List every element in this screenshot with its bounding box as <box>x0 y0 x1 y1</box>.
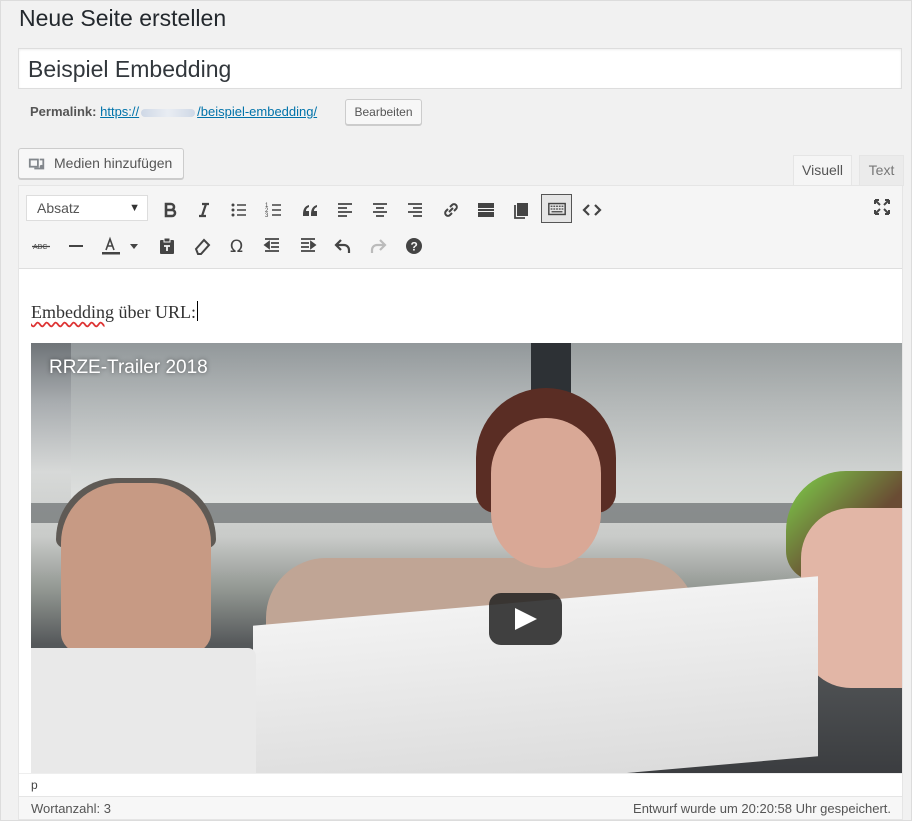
edit-permalink-button[interactable]: Bearbeiten <box>345 99 422 125</box>
editor-content[interactable]: Embedding über URL: RRZE-Trailer 2018 <box>19 269 902 773</box>
add-media-button[interactable]: Medien hinzufügen <box>18 148 184 179</box>
word-count: Wortanzahl: 3 <box>31 801 111 816</box>
italic-icon[interactable] <box>190 196 218 224</box>
permalink: Permalink: https:// /beispiel-embedding/ <box>30 104 317 119</box>
code-icon[interactable] <box>578 196 606 224</box>
text-cursor <box>196 301 198 321</box>
format-select[interactable]: Absatz ▼ <box>26 195 148 221</box>
svg-text:?: ? <box>411 240 418 254</box>
indent-icon[interactable] <box>294 232 322 260</box>
element-path[interactable]: p <box>31 778 38 792</box>
align-left-icon[interactable] <box>331 196 359 224</box>
special-character-icon[interactable]: Ω <box>223 232 251 260</box>
permalink-label: Permalink: <box>30 104 97 119</box>
permalink-link[interactable]: https:// /beispiel-embedding/ <box>100 104 317 119</box>
permalink-prefix: https:// <box>100 104 140 119</box>
page-title: Neue Seite erstellen <box>19 5 227 31</box>
chevron-down-icon: ▼ <box>129 202 140 214</box>
embedded-video[interactable]: RRZE-Trailer 2018 <box>31 343 902 773</box>
text-color-icon[interactable] <box>98 232 142 260</box>
svg-text:ABC: ABC <box>33 244 47 251</box>
post-title-input[interactable]: Beispiel Embedding <box>18 48 902 89</box>
redacted-domain <box>141 108 196 117</box>
content-paragraph[interactable]: Embedding über URL: <box>31 301 198 323</box>
align-center-icon[interactable] <box>366 196 394 224</box>
svg-text:3: 3 <box>265 213 269 219</box>
editor-footer: Wortanzahl: 3 Entwurf wurde um 20:20:58 … <box>18 796 903 820</box>
autosave-status: Entwurf wurde um 20:20:58 Uhr gespeicher… <box>633 801 891 816</box>
numbered-list-icon[interactable]: 123 <box>260 196 288 224</box>
spellcheck-word: Embedding <box>31 302 114 322</box>
bullet-list-icon[interactable] <box>225 196 253 224</box>
outdent-icon[interactable] <box>258 232 286 260</box>
blockquote-icon[interactable] <box>296 196 324 224</box>
undo-icon[interactable] <box>329 232 357 260</box>
video-scene-person <box>61 483 211 653</box>
video-scene-monitor <box>31 648 256 773</box>
editor: Absatz ▼ 123 ABC Ω ? Embedding über URL: <box>18 185 903 797</box>
permalink-slug: /beispiel-embedding/ <box>197 104 318 119</box>
media-icon <box>28 158 45 170</box>
bold-icon[interactable] <box>156 196 184 224</box>
paste-text-icon[interactable] <box>153 232 181 260</box>
strikethrough-icon[interactable]: ABC <box>27 232 55 260</box>
tab-text[interactable]: Text <box>859 155 904 186</box>
tab-visual[interactable]: Visuell <box>793 155 852 186</box>
editor-toolbar: Absatz ▼ 123 ABC Ω ? <box>19 186 902 269</box>
add-media-label: Medien hinzufügen <box>54 155 173 171</box>
link-icon[interactable] <box>437 196 465 224</box>
format-select-value: Absatz <box>37 200 80 216</box>
video-title[interactable]: RRZE-Trailer 2018 <box>49 357 208 379</box>
align-right-icon[interactable] <box>401 196 429 224</box>
paragraph-rest: über URL: <box>114 302 196 322</box>
video-scene-person <box>491 418 601 568</box>
element-path-bar: p <box>19 773 902 797</box>
play-icon[interactable] <box>489 593 562 645</box>
page-break-icon[interactable] <box>507 196 535 224</box>
help-icon[interactable]: ? <box>400 232 428 260</box>
clear-formatting-icon[interactable] <box>188 232 216 260</box>
read-more-icon[interactable] <box>472 196 500 224</box>
redo-icon[interactable] <box>364 232 392 260</box>
fullscreen-icon[interactable] <box>868 193 896 221</box>
horizontal-line-icon[interactable] <box>62 232 90 260</box>
svg-text:Ω: Ω <box>230 237 243 256</box>
toolbar-toggle-icon[interactable] <box>541 194 572 223</box>
